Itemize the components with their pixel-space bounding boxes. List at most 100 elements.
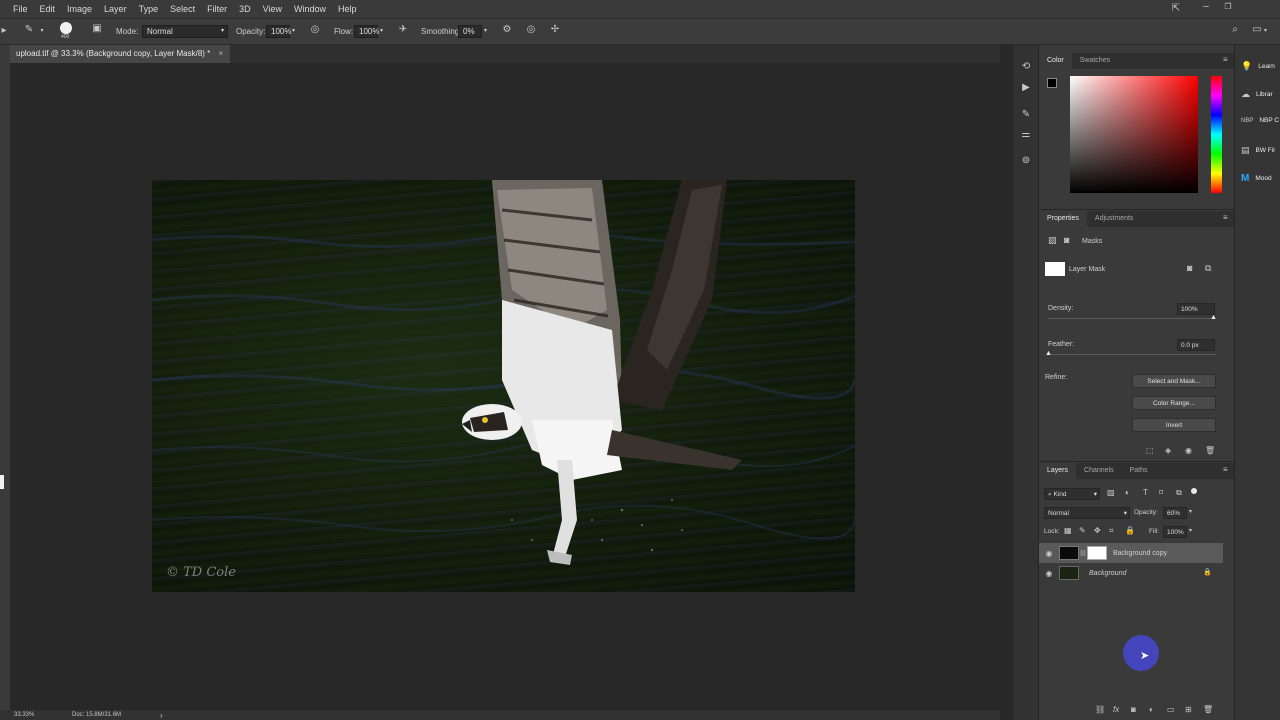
eye-icon[interactable]: ◉ — [1039, 569, 1059, 578]
brush-preset-icon[interactable] — [60, 22, 72, 34]
lock-artboard-icon[interactable]: ⌗ — [1109, 526, 1114, 536]
close-tab-icon[interactable]: × — [219, 49, 224, 58]
menu-type[interactable]: Type — [133, 0, 165, 18]
minimize-icon[interactable]: – — [1200, 1, 1212, 12]
foreground-color-swatch[interactable] — [0, 475, 4, 489]
filter-shape-icon[interactable]: ⌑ — [1159, 488, 1163, 497]
lock-all-icon[interactable]: 🔒 — [1125, 526, 1135, 535]
panel-nbp[interactable]: NBP NBP C — [1241, 117, 1279, 124]
layer-name[interactable]: Background copy — [1113, 550, 1167, 557]
new-layer-icon[interactable]: ⊞ — [1185, 705, 1192, 714]
smoothing-dropdown-icon[interactable]: ▾ — [484, 27, 487, 34]
panel-menu-icon[interactable]: ≡ — [1223, 55, 1228, 64]
select-pixel-mask-icon[interactable]: ◙ — [1187, 263, 1192, 273]
add-mask-icon[interactable]: ◙ — [1131, 705, 1136, 714]
load-selection-icon[interactable]: ⬚ — [1146, 446, 1154, 455]
flow-field[interactable]: 100% — [354, 25, 379, 38]
workspace-dropdown-icon[interactable]: ▾ — [1264, 27, 1267, 34]
document-tab[interactable]: upload.tif @ 33.3% (Background copy, Lay… — [10, 45, 230, 63]
eye-icon[interactable]: ◉ — [1039, 549, 1059, 558]
trash-icon[interactable]: 🗑 — [1205, 446, 1215, 455]
menu-window[interactable]: Window — [288, 0, 332, 18]
color-range-button[interactable]: Color Range... — [1132, 396, 1216, 410]
filter-toggle-icon[interactable] — [1191, 488, 1197, 494]
brush-tool-icon[interactable]: ✎ — [22, 24, 36, 35]
layer-name[interactable]: Background — [1089, 570, 1126, 577]
panel-menu-icon[interactable]: ≡ — [1223, 465, 1228, 474]
tab-properties[interactable]: Properties — [1039, 211, 1087, 227]
feather-slider-thumb[interactable]: ▲ — [1045, 350, 1052, 357]
search-icon[interactable]: ⌕ — [1228, 24, 1242, 35]
tab-channels[interactable]: Channels — [1076, 463, 1122, 479]
layer-opacity-dropdown-icon[interactable]: ▾ — [1189, 508, 1192, 515]
filter-pixel-icon[interactable]: ▨ — [1107, 488, 1115, 497]
new-adjustment-icon[interactable]: ◐ — [1149, 705, 1154, 714]
layer-row-background[interactable]: ◉ Background 🔒 — [1039, 563, 1223, 583]
share-icon[interactable]: ⇱ — [1170, 3, 1182, 14]
layer-mask-thumbnail[interactable] — [1087, 546, 1107, 560]
menu-help[interactable]: Help — [332, 0, 363, 18]
flow-dropdown-icon[interactable]: ▾ — [380, 27, 383, 34]
foreground-color[interactable] — [1047, 78, 1057, 88]
pressure-opacity-icon[interactable]: ◎ — [308, 24, 322, 35]
fx-icon[interactable]: fx — [1113, 705, 1119, 714]
airbrush-icon[interactable]: ✈ — [396, 24, 410, 35]
blend-mode-select[interactable]: Normal ▾ — [1044, 507, 1130, 519]
tab-adjustments[interactable]: Adjustments — [1087, 211, 1142, 227]
link-layers-icon[interactable]: ⛓ — [1095, 705, 1105, 714]
menu-layer[interactable]: Layer — [98, 0, 133, 18]
workspace-icon[interactable]: ▭ — [1250, 24, 1264, 35]
feather-field[interactable]: 0.0 px — [1177, 339, 1215, 351]
color-picker-field[interactable] — [1070, 76, 1198, 193]
density-slider-track[interactable] — [1048, 318, 1216, 319]
apply-mask-icon[interactable]: ◈ — [1165, 446, 1171, 455]
menu-image[interactable]: Image — [61, 0, 98, 18]
tab-paths[interactable]: Paths — [1122, 463, 1156, 479]
symmetry-icon[interactable]: ✢ — [548, 24, 562, 35]
opacity-dropdown-icon[interactable]: ▾ — [292, 27, 295, 34]
tab-color[interactable]: Color — [1039, 53, 1072, 69]
panel-bw-filter[interactable]: ▤ BW Fil — [1241, 145, 1275, 156]
new-group-icon[interactable]: ▭ — [1167, 705, 1175, 714]
layer-mask-icon[interactable]: ◙ — [1064, 235, 1069, 245]
zoom-level[interactable]: 33.33% — [14, 712, 34, 718]
restore-icon[interactable]: ❐ — [1222, 2, 1234, 11]
fill-field[interactable]: 100% — [1163, 526, 1187, 538]
panel-libraries[interactable]: ☁ Librar — [1241, 89, 1273, 100]
lock-position-icon[interactable]: ✥ — [1094, 526, 1101, 535]
menu-3d[interactable]: 3D — [233, 0, 257, 18]
eye-icon[interactable]: ◉ — [1185, 446, 1192, 455]
osprey-photo[interactable]: © TD Cole — [152, 180, 855, 592]
pixel-mask-icon[interactable]: ▨ — [1048, 235, 1057, 246]
opacity-field[interactable]: 100% — [266, 25, 291, 38]
panel-learn[interactable]: 💡 Learn — [1241, 61, 1275, 72]
delete-layer-icon[interactable]: 🗑 — [1203, 705, 1213, 714]
tab-layers[interactable]: Layers — [1039, 463, 1077, 479]
smoothing-field[interactable]: 0% — [458, 25, 482, 38]
status-menu-arrow[interactable]: › — [160, 711, 163, 720]
lock-transparency-icon[interactable]: ▦ — [1064, 526, 1072, 535]
filter-smart-object-icon[interactable]: ⧉ — [1176, 488, 1182, 498]
layer-row-background-copy[interactable]: ◉ ⛓ Background copy — [1039, 543, 1223, 563]
layer-filter-select[interactable]: ⌕ Kind ▾ — [1044, 488, 1100, 500]
mode-select[interactable]: Normal ▾ — [142, 25, 228, 38]
density-slider-thumb[interactable]: ▲ — [1210, 314, 1217, 321]
discover-icon[interactable]: ⊚ — [1019, 155, 1033, 166]
adjust-sliders-icon[interactable]: ⚌ — [1019, 129, 1033, 140]
fill-dropdown-icon[interactable]: ▾ — [1189, 527, 1192, 534]
actions-play-icon[interactable]: ▶ — [1019, 82, 1033, 93]
history-icon[interactable]: ⟲ — [1019, 61, 1033, 72]
add-vector-mask-icon[interactable]: ⧉ — [1205, 263, 1211, 274]
pressure-size-icon[interactable]: ◎ — [524, 24, 538, 35]
chevron-down-icon[interactable]: ▾ — [38, 27, 46, 34]
brush-settings-icon[interactable]: ▣ — [90, 23, 104, 34]
gear-icon[interactable]: ⚙ — [500, 24, 514, 35]
layer-opacity-field[interactable]: 60% — [1163, 507, 1187, 519]
invert-button[interactable]: Invert — [1132, 418, 1216, 432]
mask-link-icon[interactable]: ⛓ — [1079, 550, 1087, 557]
feather-slider-track[interactable] — [1048, 354, 1216, 355]
menu-view[interactable]: View — [257, 0, 288, 18]
tab-swatches[interactable]: Swatches — [1072, 53, 1118, 69]
filter-type-icon[interactable]: T — [1143, 488, 1148, 497]
hue-slider[interactable] — [1211, 76, 1222, 193]
